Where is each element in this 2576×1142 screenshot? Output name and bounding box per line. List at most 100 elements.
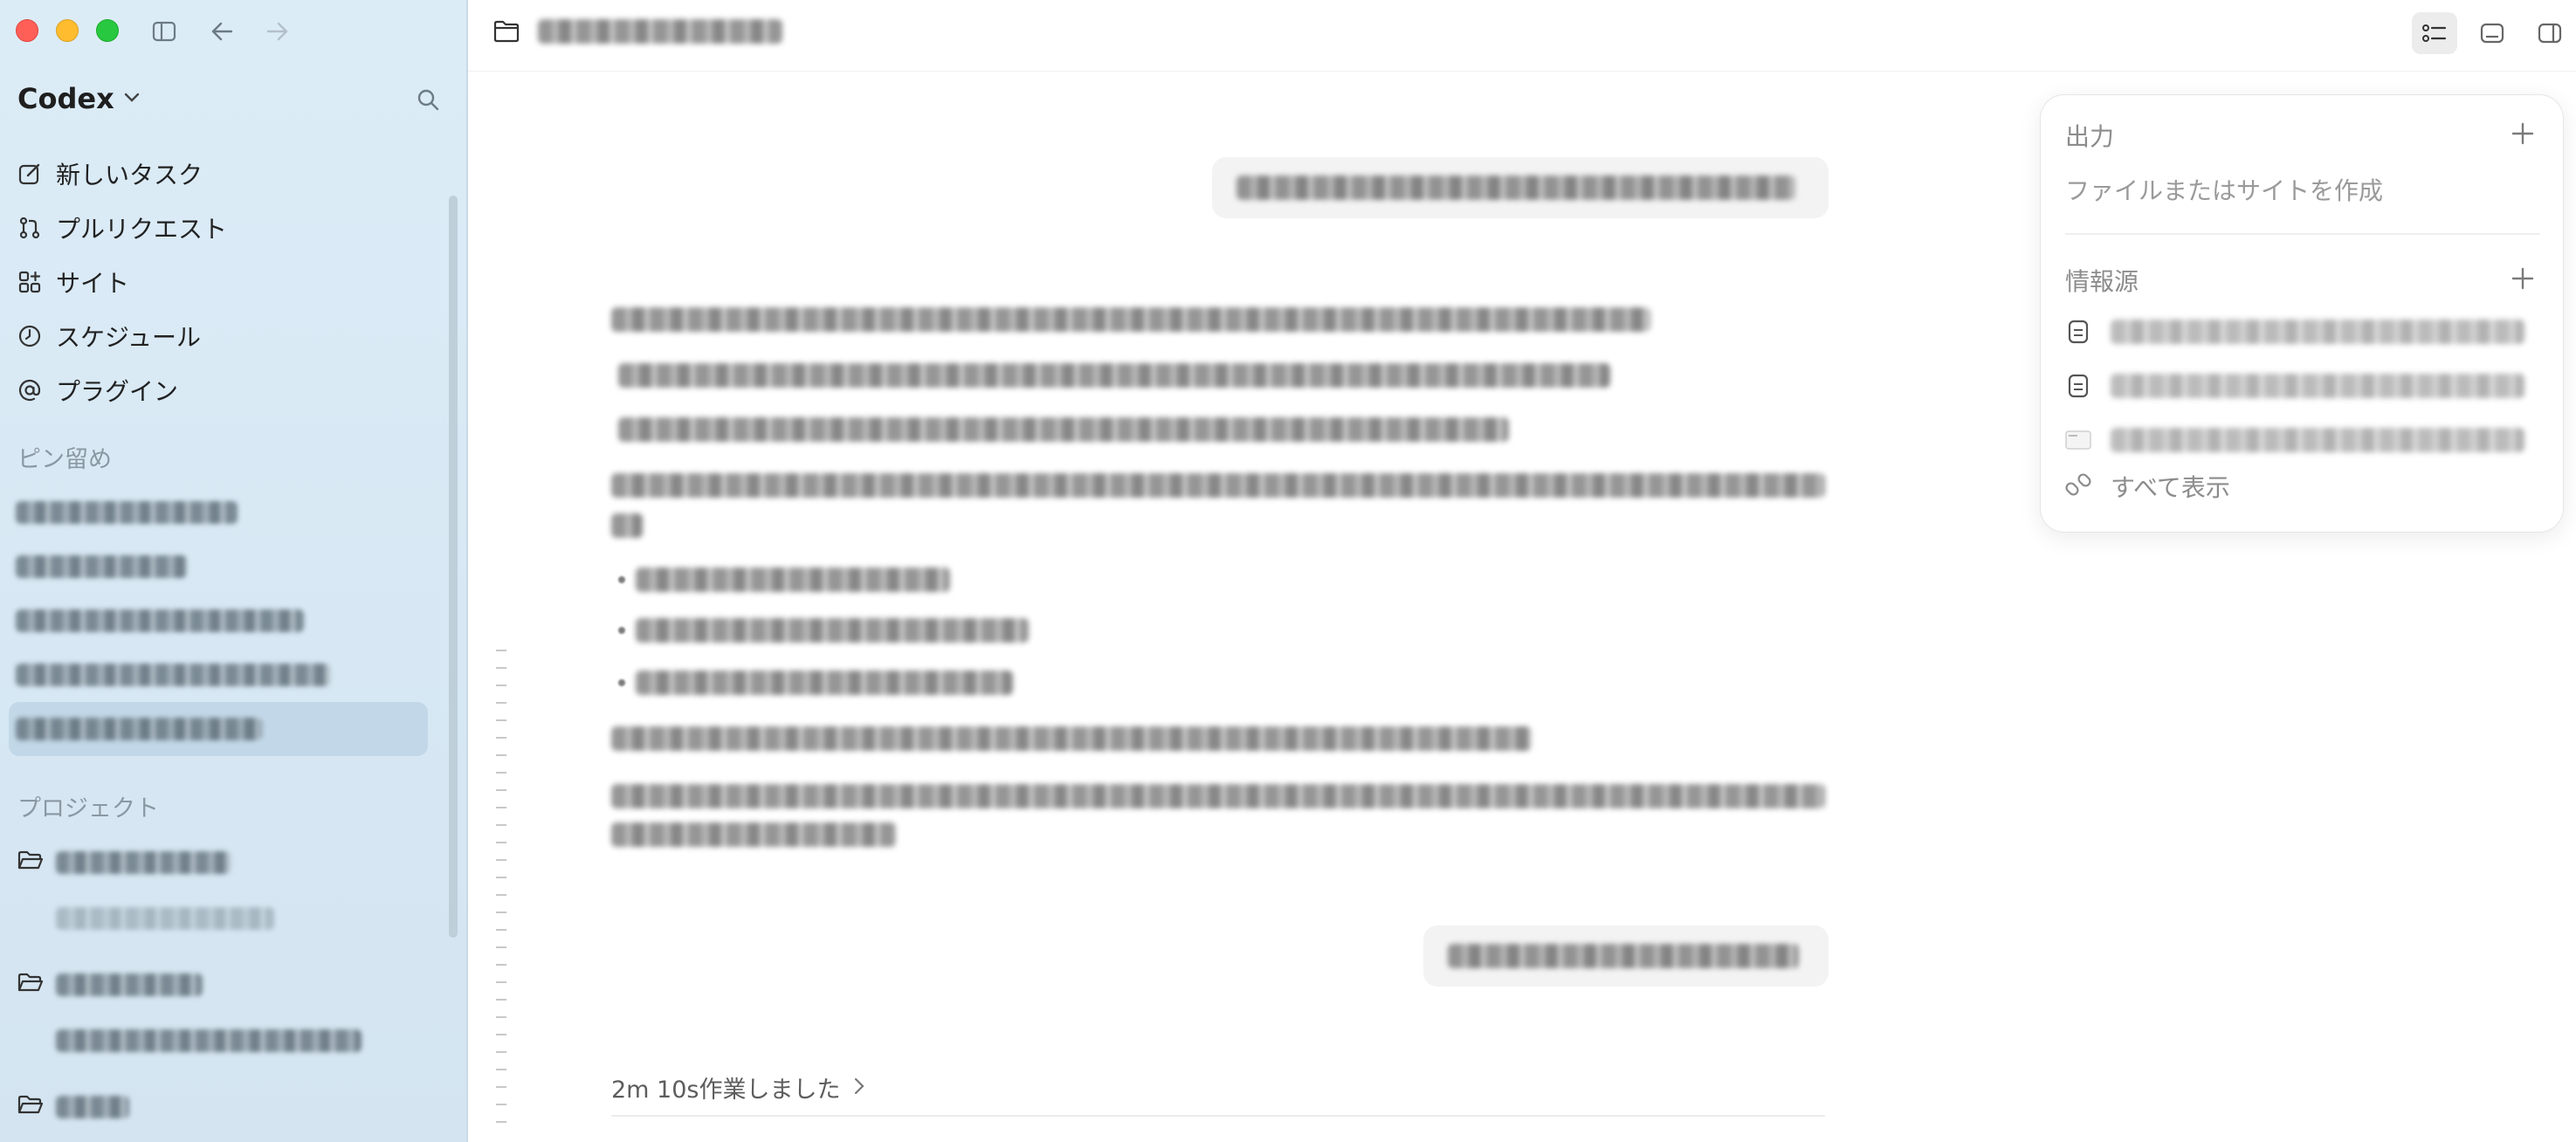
minimize-window-button[interactable] bbox=[56, 19, 79, 42]
source-item[interactable] bbox=[2065, 359, 2540, 413]
redacted-text bbox=[56, 973, 203, 996]
webpage-thumbnail-icon bbox=[2065, 427, 2091, 453]
response-paragraph bbox=[611, 307, 1650, 335]
redacted-text bbox=[1448, 944, 1799, 968]
response-list-item bbox=[618, 671, 1013, 695]
response-list-item bbox=[618, 417, 1509, 442]
project-folder[interactable] bbox=[17, 957, 437, 1013]
redacted-text bbox=[56, 851, 231, 874]
redacted-text bbox=[618, 363, 1610, 388]
nav-schedule[interactable]: スケジュール bbox=[17, 309, 437, 363]
search-icon[interactable] bbox=[412, 84, 444, 115]
user-message-bubble bbox=[1212, 157, 1829, 218]
redacted-text bbox=[636, 671, 1013, 695]
redacted-text bbox=[16, 501, 238, 524]
pinned-task[interactable] bbox=[9, 594, 428, 648]
close-window-button[interactable] bbox=[16, 19, 38, 42]
pinned-list bbox=[9, 485, 428, 756]
grid-plus-icon bbox=[17, 270, 42, 294]
scroll-gutter bbox=[496, 650, 506, 1139]
folder-open-icon bbox=[17, 850, 44, 875]
redacted-text bbox=[538, 19, 782, 44]
bullet-dot bbox=[618, 679, 625, 686]
work-summary-toggle[interactable]: 2m 10s作業しました bbox=[611, 1070, 865, 1104]
workspace-switcher[interactable]: Codex bbox=[17, 82, 141, 115]
project-folder[interactable] bbox=[17, 1079, 437, 1135]
folder-icon[interactable] bbox=[491, 16, 522, 47]
redacted-text bbox=[611, 513, 643, 538]
output-placeholder[interactable]: ファイルまたはサイトを作成 bbox=[2065, 172, 2383, 207]
project-task[interactable] bbox=[17, 891, 437, 946]
project-folder[interactable] bbox=[17, 835, 437, 891]
project-task[interactable] bbox=[17, 1013, 437, 1069]
redacted-text bbox=[611, 473, 1825, 498]
redacted-text bbox=[2111, 374, 2524, 398]
sidebar: Codex 新しいタスク プルリクエスト サイト スケジュール プラグイン ピン… bbox=[0, 0, 468, 1142]
pinned-section-title: ピン留め bbox=[17, 446, 112, 473]
redacted-text bbox=[56, 1096, 129, 1118]
pull-request-icon bbox=[17, 216, 42, 240]
main-content: 2m 10s作業しました 出力 ファイルまたはサイトを作成 情報源 すべて表示 bbox=[468, 0, 2576, 1142]
nav-new-task[interactable]: 新しいタスク bbox=[17, 147, 437, 201]
redacted-text bbox=[611, 822, 896, 847]
add-output-plus-icon[interactable] bbox=[2509, 120, 2537, 148]
nav-pull-requests[interactable]: プルリクエスト bbox=[17, 201, 437, 255]
bullet-dot bbox=[618, 627, 625, 634]
response-paragraph bbox=[611, 473, 1825, 501]
source-item[interactable] bbox=[2065, 305, 2540, 359]
task-list-view-button[interactable] bbox=[2412, 12, 2457, 54]
redacted-text bbox=[2111, 320, 2524, 344]
output-title: 出力 bbox=[2065, 122, 2115, 151]
folder-open-icon bbox=[17, 1095, 44, 1119]
divider bbox=[611, 1115, 1825, 1117]
user-message-bubble bbox=[1423, 925, 1829, 987]
document-icon bbox=[2065, 373, 2091, 399]
response-paragraph bbox=[611, 513, 643, 541]
response-list-item bbox=[618, 568, 950, 592]
side-panel-icon[interactable] bbox=[2527, 12, 2573, 54]
terminal-panel-icon[interactable] bbox=[2469, 12, 2515, 54]
redacted-text bbox=[16, 609, 304, 632]
redacted-text bbox=[2111, 428, 2524, 452]
pinned-task[interactable] bbox=[9, 648, 428, 702]
pinned-task[interactable] bbox=[9, 485, 428, 540]
redacted-text bbox=[611, 784, 1825, 808]
forward-arrow-icon[interactable] bbox=[262, 16, 293, 47]
redacted-text bbox=[16, 718, 262, 740]
redacted-text bbox=[56, 1029, 362, 1052]
redacted-text bbox=[16, 664, 330, 686]
nav-label: プラグイン bbox=[56, 377, 179, 406]
redacted-text bbox=[618, 417, 1509, 442]
artifacts-panel: 出力 ファイルまたはサイトを作成 情報源 すべて表示 bbox=[2040, 94, 2564, 533]
show-all-sources-link[interactable]: すべて表示 bbox=[2065, 469, 2230, 504]
redacted-text bbox=[636, 568, 950, 592]
nav-sites[interactable]: サイト bbox=[17, 255, 437, 309]
nav-label: 新しいタスク bbox=[56, 161, 203, 189]
link-icon bbox=[2065, 471, 2091, 501]
back-arrow-icon[interactable] bbox=[206, 16, 238, 47]
sidebar-scrollbar[interactable] bbox=[449, 196, 458, 938]
redacted-text bbox=[56, 907, 274, 930]
project-list bbox=[17, 835, 437, 1135]
redacted-text bbox=[1236, 175, 1795, 200]
pinned-task[interactable] bbox=[9, 540, 428, 594]
pinned-task-active[interactable] bbox=[9, 702, 428, 756]
nav-label: プルリクエスト bbox=[56, 215, 228, 244]
task-title bbox=[538, 19, 782, 47]
folder-open-icon bbox=[17, 973, 44, 997]
redacted-text bbox=[611, 307, 1650, 332]
compose-icon bbox=[17, 162, 42, 186]
response-paragraph bbox=[611, 784, 1825, 812]
nav-plugins[interactable]: プラグイン bbox=[17, 363, 437, 417]
document-icon bbox=[2065, 319, 2091, 345]
response-paragraph bbox=[611, 726, 1532, 754]
sidebar-toggle-icon[interactable] bbox=[148, 16, 180, 47]
redacted-text bbox=[611, 726, 1532, 751]
zoom-window-button[interactable] bbox=[96, 19, 119, 42]
response-paragraph bbox=[611, 822, 896, 850]
nav-label: スケジュール bbox=[56, 323, 202, 352]
source-item[interactable] bbox=[2065, 413, 2540, 467]
redacted-text bbox=[636, 618, 1029, 643]
add-source-plus-icon[interactable] bbox=[2509, 265, 2537, 292]
show-all-text: すべて表示 bbox=[2111, 473, 2230, 502]
